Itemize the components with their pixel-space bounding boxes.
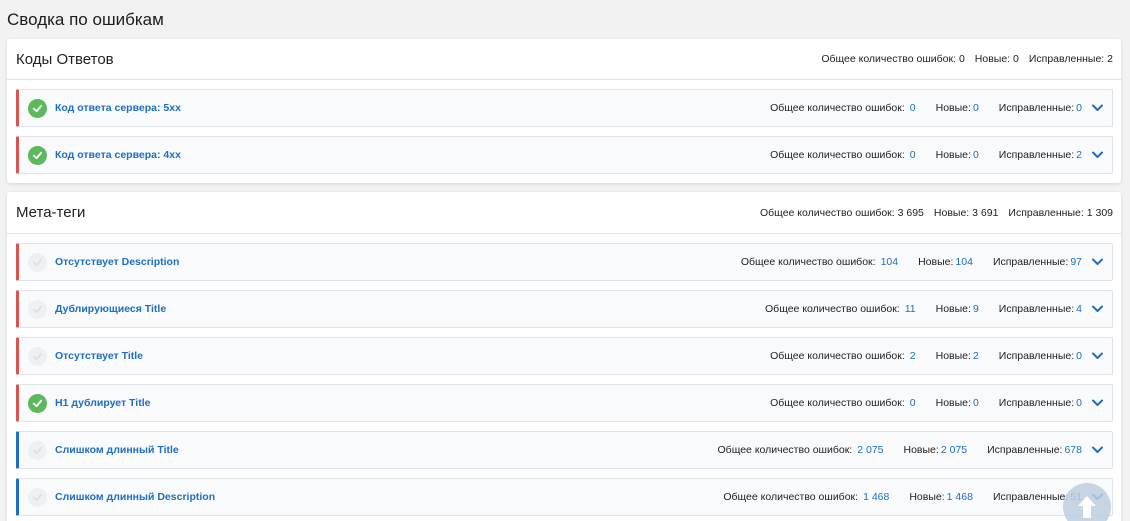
row-total-errors: Общее количество ошибок: 0	[770, 397, 916, 409]
row-total-errors: Общее количество ошибок: 0	[770, 149, 916, 161]
pending-check-icon	[28, 346, 47, 366]
error-row-title[interactable]: Слишком длинный Title	[55, 444, 698, 456]
check-circle-icon	[28, 393, 47, 413]
check-circle-icon	[28, 98, 47, 118]
section-total-errors: Общее количество ошибок: 3 695	[760, 206, 924, 219]
section-total-errors: Общее количество ошибок: 0	[821, 53, 965, 65]
row-new-errors: Новые: 2	[935, 350, 979, 362]
error-row-title[interactable]: Отсутствует Title	[55, 350, 750, 362]
chevron-down-icon[interactable]	[1088, 394, 1106, 412]
error-row-stats: Общее количество ошибок: 0 Новые: 0 Исправле…	[750, 397, 1082, 409]
rows-container: Код ответа сервера: 5xx Общее количество …	[7, 80, 1121, 174]
row-total-errors: Общее количество ошибок: 0	[770, 102, 916, 114]
section-header: Мета-теги Общее количество ошибок: 3 695…	[7, 192, 1121, 234]
error-row-title[interactable]: Код ответа сервера: 5xx	[55, 102, 750, 114]
error-row[interactable]: Слишком длинный Description Общее количес…	[16, 478, 1113, 516]
error-row-stats: Общее количество ошибок: 0 Новые: 0 Исправле…	[750, 149, 1082, 161]
chevron-down-icon[interactable]	[1088, 99, 1106, 117]
section-totals: Общее количество ошибок: 3 695 Новые: 3 …	[760, 207, 1113, 219]
row-new-errors: Новые: 104	[918, 256, 973, 268]
rows-container: Отсутствует Description Общее количество …	[7, 234, 1121, 516]
section-header: Коды Ответов Общее количество ошибок: 0 …	[7, 39, 1121, 80]
section-title: Коды Ответов	[16, 50, 114, 68]
row-fixed-errors: Исправленные: 0	[998, 102, 1082, 114]
chevron-down-icon[interactable]	[1088, 441, 1106, 459]
chevron-down-icon[interactable]	[1088, 300, 1106, 318]
error-row[interactable]: Слишком длинный Title Общее количество ош…	[16, 431, 1113, 469]
row-total-errors: Общее количество ошибок: 1 468	[723, 491, 890, 503]
row-new-errors: Новые: 0	[935, 102, 979, 114]
row-fixed-errors: Исправленные: 0	[998, 350, 1082, 362]
row-total-errors: Общее количество ошибок: 11	[765, 303, 916, 315]
error-row-stats: Общее количество ошибок: 1 468 Новые: 1 468…	[703, 491, 1082, 503]
error-row[interactable]: H1 дублирует Title Общее количество ошибо…	[16, 384, 1113, 422]
row-new-errors: Новые: 2 075	[903, 444, 968, 456]
error-row-stats: Общее количество ошибок: 11 Новые: 9 Исправл…	[745, 303, 1082, 315]
row-fixed-errors: Исправленные: 678	[987, 444, 1082, 456]
section-total-new: Новые: 0	[974, 53, 1019, 65]
row-fixed-errors: Исправленные: 0	[998, 397, 1082, 409]
error-row-title[interactable]: Слишком длинный Description	[55, 491, 703, 503]
error-row[interactable]: Код ответа сервера: 5xx Общее количество …	[16, 89, 1113, 127]
row-fixed-errors: Исправленные: 4	[998, 303, 1082, 315]
error-row[interactable]: Дублирующиеся Title Общее количество ошиб…	[16, 290, 1113, 328]
error-row-stats: Общее количество ошибок: 0 Новые: 0 Исправле…	[750, 102, 1082, 114]
chevron-down-icon[interactable]	[1088, 347, 1106, 365]
error-row[interactable]: Отсутствует Description Общее количество …	[16, 243, 1113, 281]
pending-check-icon	[28, 487, 47, 507]
row-new-errors: Новые: 0	[935, 149, 979, 161]
section-title: Мета-теги	[16, 204, 86, 221]
chevron-down-icon[interactable]	[1088, 146, 1106, 164]
section-total-new: Новые: 3 691	[933, 206, 999, 219]
pending-check-icon	[28, 440, 47, 460]
error-row[interactable]: Отсутствует Title Общее количество ошибок…	[16, 337, 1113, 375]
row-fixed-errors: Исправленные: 2	[998, 149, 1082, 161]
section-total-fixed: Исправленные: 2	[1028, 53, 1113, 65]
row-total-errors: Общее количество ошибок: 2	[770, 350, 916, 362]
section-response-codes: Коды Ответов Общее количество ошибок: 0 …	[7, 39, 1121, 183]
page-title: Сводка по ошибкам	[7, 10, 164, 29]
section-total-fixed: Исправленные: 1 309	[1008, 206, 1113, 219]
error-row-title[interactable]: H1 дублирует Title	[55, 397, 750, 409]
error-row-title[interactable]: Дублирующиеся Title	[55, 303, 745, 315]
row-total-errors: Общее количество ошибок: 2 075	[717, 444, 884, 456]
section-meta-tags: Мета-теги Общее количество ошибок: 3 695…	[7, 192, 1121, 521]
row-fixed-errors: Исправленные: 97	[992, 256, 1082, 268]
pending-check-icon	[28, 252, 47, 272]
error-row-stats: Общее количество ошибок: 104 Новые: 104 Испр…	[721, 256, 1082, 268]
error-row-stats: Общее количество ошибок: 2 Новые: 2 Исправле…	[750, 350, 1082, 362]
row-new-errors: Новые: 9	[935, 303, 979, 315]
error-row-title[interactable]: Код ответа сервера: 4xx	[55, 149, 750, 161]
chevron-down-icon[interactable]	[1088, 253, 1106, 271]
arrow-up-icon	[1078, 496, 1096, 518]
row-new-errors: Новые: 1 468	[909, 491, 973, 503]
error-row-stats: Общее количество ошибок: 2 075 Новые: 2 075…	[698, 444, 1082, 456]
pending-check-icon	[28, 299, 47, 319]
row-total-errors: Общее количество ошибок: 104	[740, 256, 899, 268]
error-row[interactable]: Код ответа сервера: 4xx Общее количество …	[16, 136, 1113, 174]
row-new-errors: Новые: 0	[935, 397, 979, 409]
error-row-title[interactable]: Отсутствует Description	[55, 256, 721, 268]
check-circle-icon	[28, 145, 47, 165]
section-totals: Общее количество ошибок: 0 Новые: 0 Испр…	[821, 53, 1113, 65]
